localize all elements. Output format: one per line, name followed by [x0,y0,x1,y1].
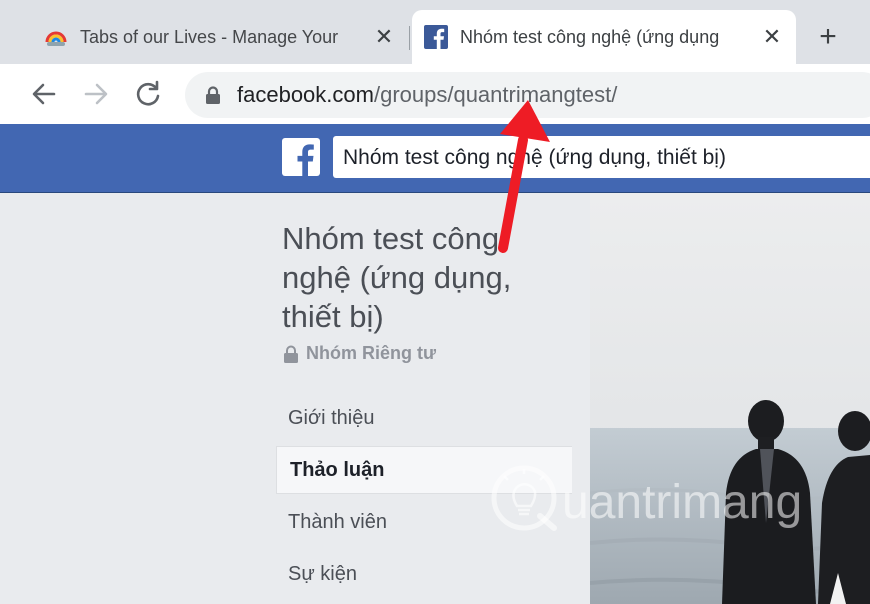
privacy-text: Nhóm Riêng tư [306,343,437,363]
cover-image [590,193,870,604]
tab-tabs-of-our-lives[interactable]: Tabs of our Lives - Manage Your ✕ [32,10,408,64]
tab-title: Nhóm test công nghệ (ứng dụng [460,26,720,47]
close-tab-button[interactable]: ✕ [756,24,788,50]
url-domain: facebook.com [237,82,374,107]
arrow-left-icon [32,83,56,105]
search-value: Nhóm test công nghệ (ứng dụng, thiết bị) [343,146,726,169]
browser-toolbar: facebook.com/groups/quantrimangtest/ [0,64,870,124]
facebook-f-icon [297,144,314,176]
lock-icon [284,345,298,363]
privacy-label: Nhóm Riêng tư [282,343,436,364]
arrow-right-icon [84,83,108,105]
watermark-logo: uantrimang [491,465,802,531]
close-tab-button[interactable]: ✕ [368,24,400,50]
facebook-icon [424,25,448,49]
facebook-logo[interactable] [282,138,320,176]
tab-divider [409,26,410,50]
group-cover-photo[interactable] [590,193,870,604]
address-bar[interactable]: facebook.com/groups/quantrimangtest/ [185,72,870,118]
url-text: facebook.com/groups/quantrimangtest/ [237,82,617,108]
watermark-text: uantrimang [562,476,802,529]
facebook-top-bar: Nhóm test công nghệ (ứng dụng, thiết bị) [0,124,870,193]
rainbow-cloud-icon [45,31,67,46]
tab-title: Tabs of our Lives - Manage Your [80,26,339,47]
reload-icon [136,80,160,106]
lock-icon[interactable] [203,85,223,105]
lightbulb-icon [503,469,545,516]
group-sidebar: Nhóm test công nghệ (ứng dụng, thiết bị)… [0,193,590,604]
reload-button[interactable] [128,74,168,114]
forward-button[interactable] [76,74,116,114]
facebook-search-input[interactable]: Nhóm test công nghệ (ứng dụng, thiết bị) [333,136,870,178]
nav-item-events[interactable]: Sự kiện [276,550,572,598]
url-path: /groups/quantrimangtest/ [373,82,618,107]
group-title[interactable]: Nhóm test công nghệ (ứng dụng, thiết bị) [282,219,562,336]
new-tab-button[interactable]: + [808,18,848,58]
tab-strip: Tabs of our Lives - Manage Your ✕ Nhóm t… [0,0,870,64]
tab-facebook-group[interactable]: Nhóm test công nghệ (ứng dụng ✕ [412,10,796,64]
nav-item-about[interactable]: Giới thiệu [276,394,572,442]
back-button[interactable] [24,74,64,114]
